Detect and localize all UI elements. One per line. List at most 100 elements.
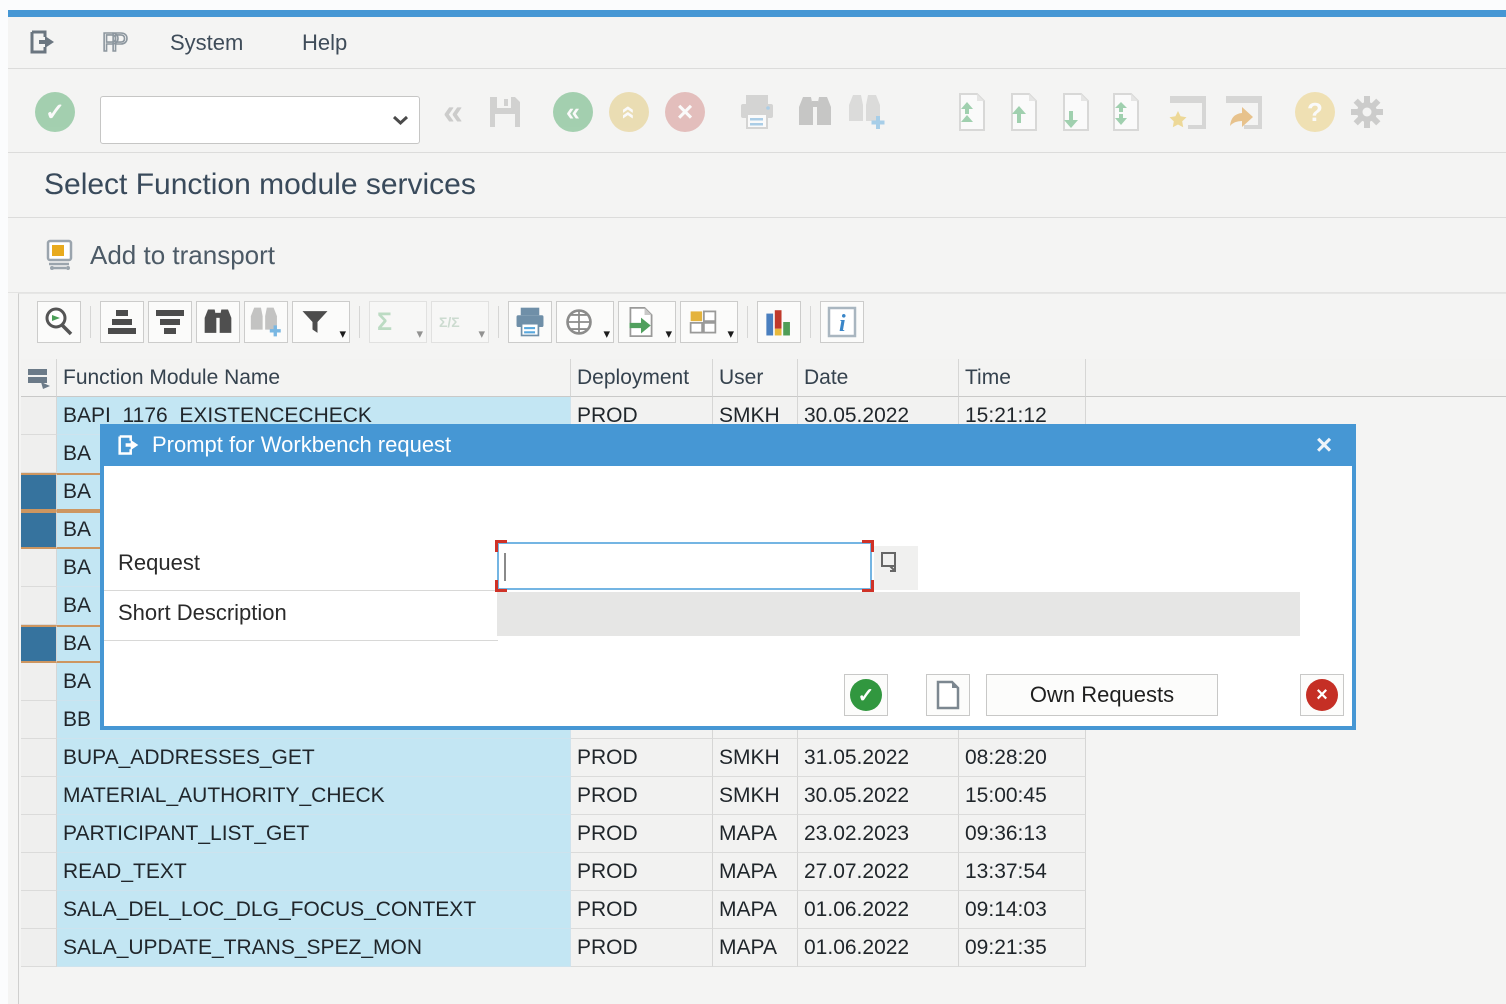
row-select-cell[interactable]	[21, 397, 57, 435]
check-icon: ✓	[850, 679, 882, 711]
new-session-button[interactable]	[1166, 91, 1208, 133]
menu-item-system[interactable]: System	[170, 30, 243, 56]
toolbar-separator	[359, 306, 360, 338]
text-cursor	[504, 553, 506, 581]
page-title: Select Function module services	[44, 168, 476, 202]
table-row[interactable]: BUPA_ADDRESSES_GET PROD SMKH 31.05.2022 …	[21, 739, 1086, 777]
row-select-cell[interactable]	[21, 853, 57, 891]
cell-name: PARTICIPANT_LIST_GET	[57, 815, 571, 853]
customize-layout-button[interactable]	[1346, 91, 1388, 133]
row-select-cell[interactable]	[21, 701, 57, 739]
column-header-user[interactable]: User	[713, 359, 798, 397]
row-select-cell[interactable]	[21, 815, 57, 853]
export-button[interactable]: ▾	[618, 301, 676, 343]
focus-corner	[495, 580, 507, 592]
sort-descending-button[interactable]	[148, 301, 192, 343]
sort-descending-icon	[153, 306, 187, 338]
find-button[interactable]	[794, 91, 836, 133]
continue-button[interactable]: ✓	[844, 674, 888, 716]
dialog-close-button[interactable]: ×	[1310, 431, 1338, 459]
exit-button[interactable]: «	[608, 91, 650, 133]
page-up-button[interactable]	[1002, 91, 1044, 133]
command-field[interactable]	[100, 96, 420, 144]
graphics-button[interactable]	[757, 301, 801, 343]
page-last-icon	[1107, 92, 1143, 132]
sort-ascending-icon	[105, 306, 139, 338]
details-button[interactable]	[37, 301, 81, 343]
print-button[interactable]	[736, 91, 778, 133]
column-header-name[interactable]: Function Module Name	[57, 359, 571, 397]
request-input[interactable]	[497, 542, 872, 590]
gear-icon	[1347, 92, 1387, 132]
filter-button[interactable]: ▾	[292, 301, 350, 343]
row-select-cell[interactable]	[21, 511, 57, 549]
enter-button[interactable]: ✓	[34, 91, 76, 133]
row-select-cell[interactable]	[21, 777, 57, 815]
row-select-cell[interactable]	[21, 473, 57, 511]
add-to-transport-button[interactable]: Add to transport	[44, 239, 275, 271]
cancel-button[interactable]: ×	[664, 91, 706, 133]
row-select-cell[interactable]	[21, 587, 57, 625]
row-select-cell[interactable]	[21, 435, 57, 473]
views-button[interactable]: ▾	[556, 301, 614, 343]
save-button[interactable]	[484, 91, 526, 133]
column-header-deployment[interactable]: Deployment	[571, 359, 713, 397]
print-button-grid[interactable]	[508, 301, 552, 343]
cell-date: 30.05.2022	[798, 777, 959, 815]
bar-chart-icon	[763, 306, 795, 338]
table-row[interactable]: SALA_UPDATE_TRANS_SPEZ_MON PROD MAPA 01.…	[21, 929, 1086, 967]
column-header-date[interactable]: Date	[798, 359, 959, 397]
sap-gui-screen: PP System Help ✓ « « « ×	[0, 0, 1506, 1004]
row-select-cell[interactable]	[21, 891, 57, 929]
chevron-down-icon	[392, 115, 409, 126]
create-request-button[interactable]	[926, 674, 970, 716]
choose-layout-button[interactable]: ▾	[680, 301, 738, 343]
value-help-button[interactable]	[874, 546, 918, 590]
table-row[interactable]: MATERIAL_AUTHORITY_CHECK PROD SMKH 30.05…	[21, 777, 1086, 815]
row-select-cell[interactable]	[21, 739, 57, 777]
collapse-toolbar-button[interactable]: «	[432, 91, 474, 133]
row-select-cell[interactable]	[21, 625, 57, 663]
dialog-title-bar[interactable]: Prompt for Workbench request ×	[104, 424, 1352, 466]
select-all-header[interactable]	[21, 359, 57, 397]
row-select-cell[interactable]	[21, 549, 57, 587]
cell-time: 15:00:45	[959, 777, 1086, 815]
menu-item-help[interactable]: Help	[302, 30, 347, 56]
menu-caret-icon: ▾	[478, 327, 485, 340]
screen-menu-icon[interactable]	[28, 29, 58, 60]
page-down-button[interactable]	[1054, 91, 1096, 133]
column-header-time[interactable]: Time	[959, 359, 1086, 397]
focus-corner	[862, 540, 874, 552]
find-next-button-grid[interactable]	[244, 301, 288, 343]
cell-name: MATERIAL_AUTHORITY_CHECK	[57, 777, 571, 815]
first-page-button[interactable]	[950, 91, 992, 133]
cell-time: 09:21:35	[959, 929, 1086, 967]
table-row[interactable]: SALA_DEL_LOC_DLG_FOCUS_CONTEXT PROD MAPA…	[21, 891, 1086, 929]
binoculars-icon	[202, 307, 234, 337]
sum-button[interactable]: Σ ▾	[369, 301, 427, 343]
sort-ascending-button[interactable]	[100, 301, 144, 343]
menu-caret-icon: ▾	[727, 327, 734, 340]
back-button[interactable]: «	[552, 91, 594, 133]
toolbar-separator	[498, 306, 499, 338]
subtotals-button[interactable]: Σ/Σ ▾	[431, 301, 489, 343]
row-select-cell[interactable]	[21, 663, 57, 701]
find-next-button[interactable]	[846, 91, 888, 133]
cell-date: 01.06.2022	[798, 891, 959, 929]
row-select-cell[interactable]	[21, 929, 57, 967]
cell-deployment: PROD	[571, 815, 713, 853]
help-button[interactable]: ?	[1294, 91, 1336, 133]
last-page-button[interactable]	[1104, 91, 1146, 133]
export-icon	[626, 306, 656, 338]
info-icon: i	[827, 306, 857, 338]
cancel-dialog-button[interactable]: ×	[1300, 674, 1344, 716]
field-separator	[104, 640, 498, 641]
create-shortcut-button[interactable]	[1222, 91, 1264, 133]
short-description-label: Short Description	[118, 600, 287, 626]
table-row[interactable]: READ_TEXT PROD MAPA 27.07.2022 13:37:54	[21, 853, 1086, 891]
own-requests-button[interactable]: Own Requests	[986, 674, 1218, 716]
find-button-grid[interactable]	[196, 301, 240, 343]
info-button[interactable]: i	[820, 301, 864, 343]
cell-name: SALA_UPDATE_TRANS_SPEZ_MON	[57, 929, 571, 967]
table-row[interactable]: PARTICIPANT_LIST_GET PROD MAPA 23.02.202…	[21, 815, 1086, 853]
